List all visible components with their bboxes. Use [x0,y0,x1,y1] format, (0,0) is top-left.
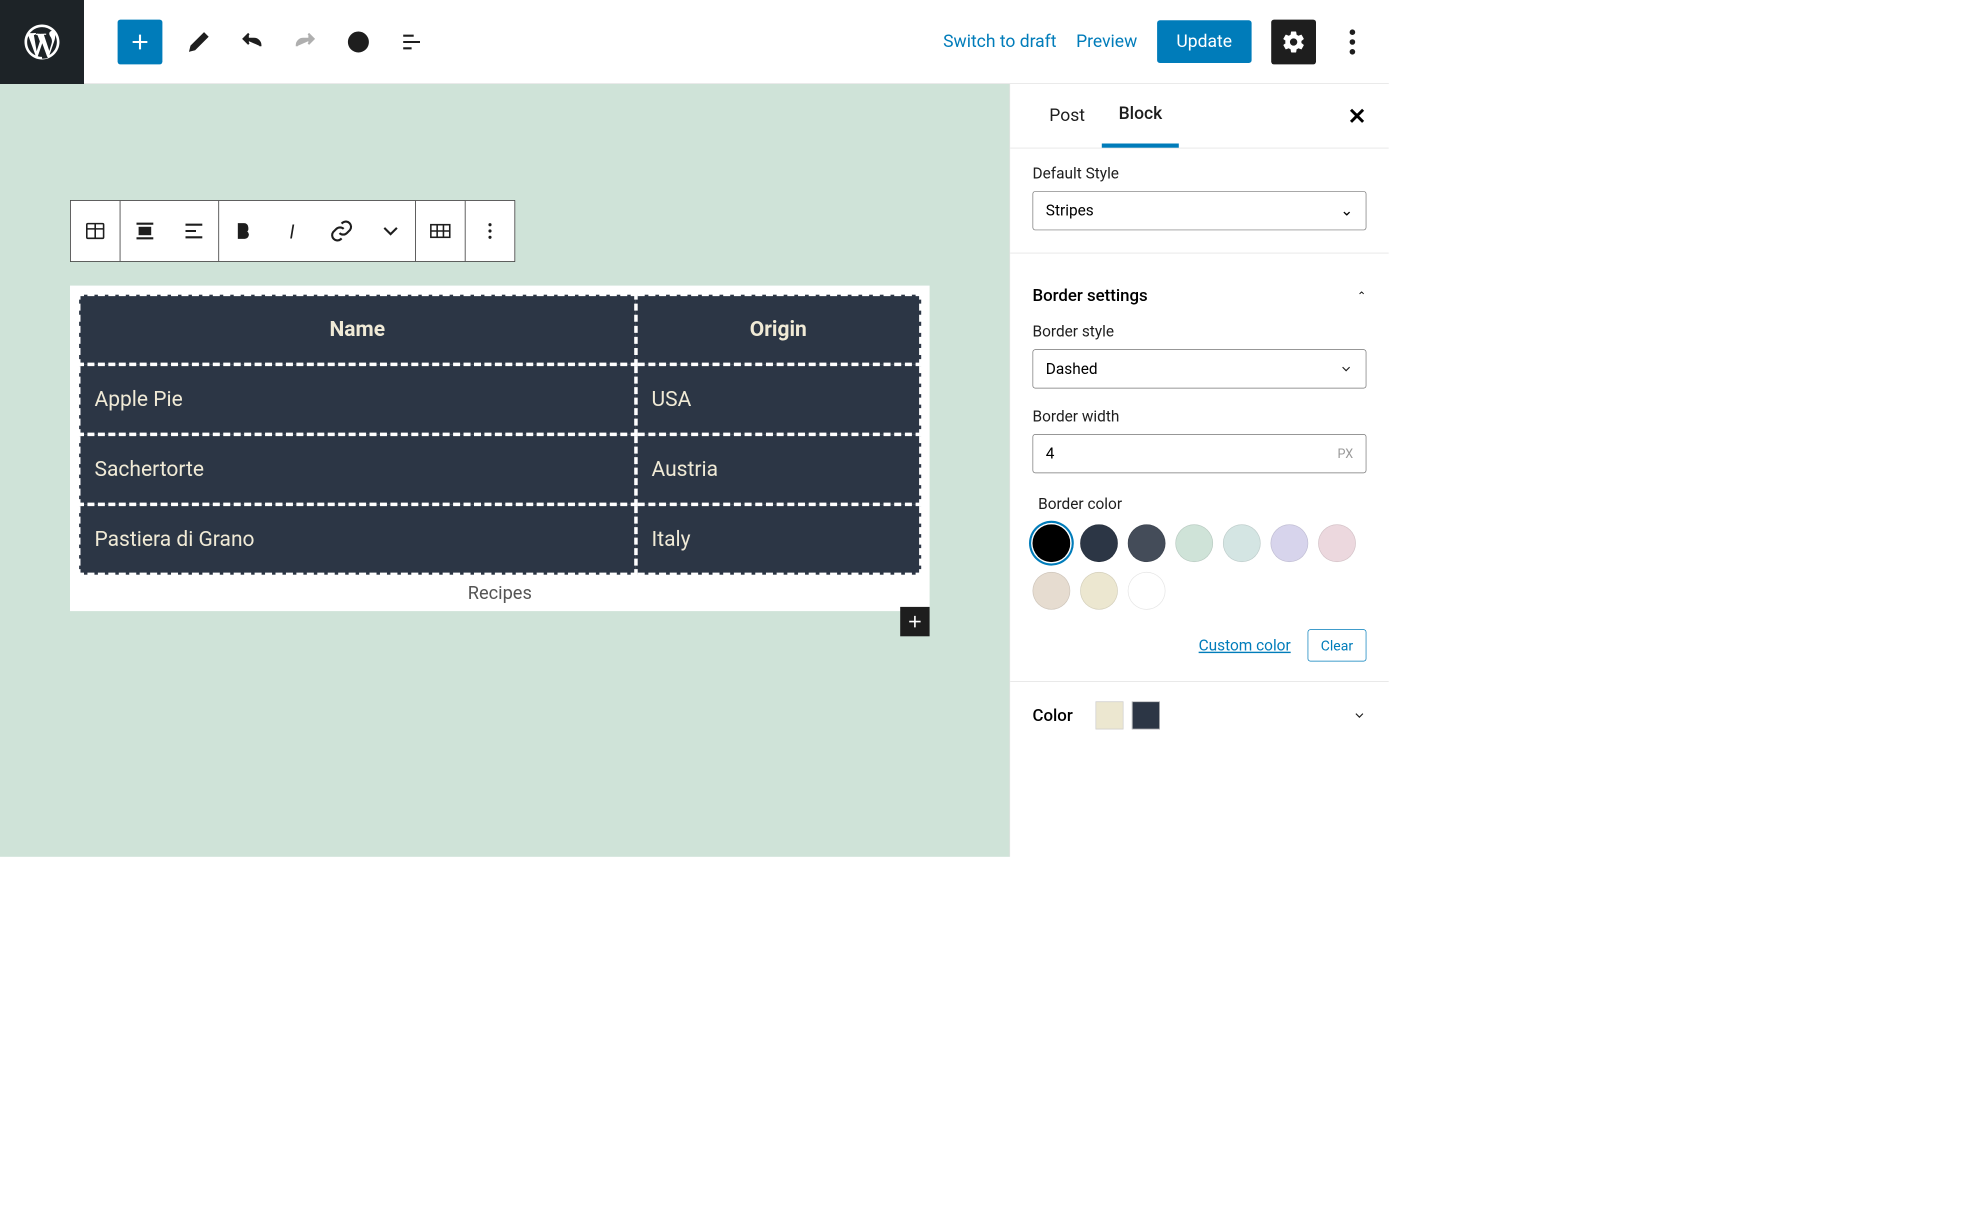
border-color-label: Border color [1038,496,1366,513]
default-style-select[interactable]: Stripes ⌄ [1033,191,1367,230]
custom-color-link[interactable]: Custom color [1199,637,1291,655]
color-panel[interactable]: Color [1033,696,1367,735]
color-swatch[interactable] [1128,524,1166,562]
bold-icon[interactable]: B [219,201,268,261]
table-row: Apple PieUSA [79,364,921,434]
undo-icon[interactable] [235,25,269,59]
color-preview [1132,701,1160,729]
update-button[interactable]: Update [1157,20,1252,63]
link-icon[interactable] [317,201,366,261]
chevron-down-icon: ⌄ [1340,202,1353,220]
clear-color-button[interactable]: Clear [1307,629,1366,661]
block-toolbar: B I [70,200,515,262]
more-formatting-icon[interactable] [366,201,415,261]
color-swatches [1033,524,1367,609]
color-swatch[interactable] [1033,572,1071,610]
border-width-label: Border width [1033,408,1367,426]
switch-to-draft-button[interactable]: Switch to draft [943,32,1056,52]
close-sidebar-icon[interactable]: ✕ [1348,103,1367,130]
text-align-icon[interactable] [169,201,218,261]
editor-canvas[interactable]: Table Block B I [0,84,1009,857]
more-menu-button[interactable] [1336,25,1370,59]
redo-icon[interactable] [288,25,322,59]
table-block[interactable]: Name Origin Apple PieUSA SachertorteAust… [70,286,930,611]
color-swatch[interactable] [1271,524,1309,562]
table-header[interactable]: Origin [636,294,921,364]
chevron-down-icon [1339,362,1353,376]
edit-icon[interactable] [182,25,216,59]
svg-text:I: I [289,220,294,243]
tab-post[interactable]: Post [1033,84,1102,147]
settings-sidebar: Post Block ✕ Default Style Stripes ⌄ Bor… [1009,84,1388,857]
border-style-label: Border style [1033,323,1367,341]
default-style-label: Default Style [1033,165,1367,183]
table-caption[interactable]: Recipes [77,583,923,604]
color-swatch[interactable] [1080,572,1118,610]
color-swatch[interactable] [1080,524,1118,562]
italic-icon[interactable]: I [268,201,317,261]
table-header[interactable]: Name [79,294,636,364]
outline-icon[interactable] [395,25,429,59]
border-width-input[interactable]: PX [1033,434,1367,473]
color-swatch[interactable] [1223,524,1261,562]
table-row: SachertorteAustria [79,434,921,504]
add-block-button[interactable] [118,19,163,64]
align-icon[interactable] [120,201,169,261]
block-more-icon[interactable] [466,201,515,261]
preview-button[interactable]: Preview [1076,32,1137,52]
wordpress-logo[interactable] [0,0,84,84]
add-block-below-button[interactable] [900,607,929,636]
chevron-up-icon: ⌃ [1357,289,1366,302]
chevron-down-icon [1352,708,1366,722]
tab-block[interactable]: Block [1102,84,1179,147]
settings-button[interactable] [1271,19,1316,64]
color-swatch[interactable] [1318,524,1356,562]
border-settings-panel[interactable]: Border settings ⌃ [1033,267,1367,323]
table-block-icon[interactable] [71,201,120,261]
info-icon[interactable] [342,25,376,59]
color-swatch[interactable] [1175,524,1213,562]
table-edit-icon[interactable] [416,201,465,261]
color-swatch[interactable] [1128,572,1166,610]
table-row: Pastiera di GranoItaly [79,504,921,574]
color-swatch[interactable] [1033,524,1071,562]
color-preview [1095,701,1123,729]
svg-text:B: B [237,220,249,243]
border-style-select[interactable]: Dashed [1033,349,1367,388]
